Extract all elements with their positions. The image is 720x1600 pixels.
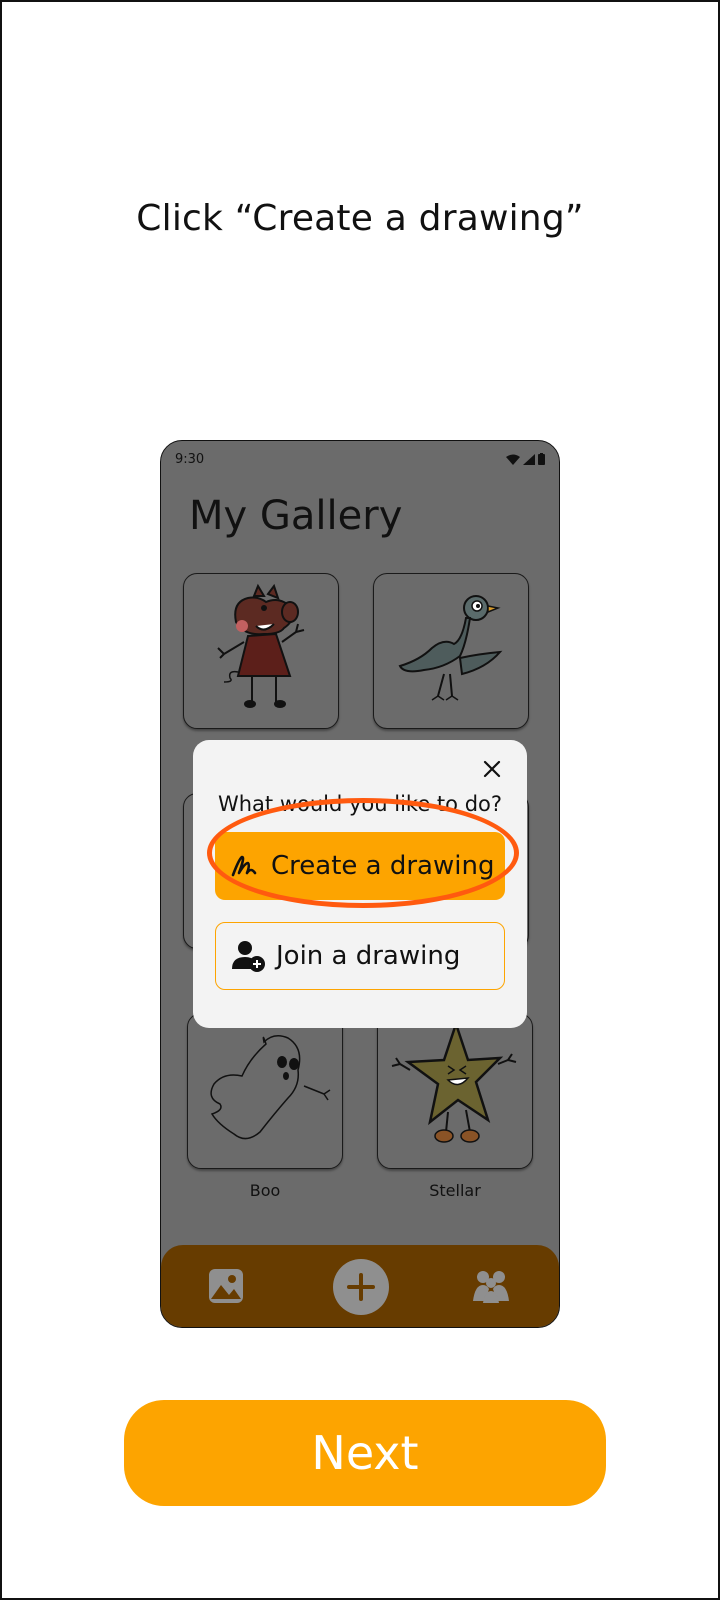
gallery-icon[interactable] [207, 1267, 245, 1305]
gallery-title: My Gallery [189, 493, 403, 539]
status-time: 9:30 [175, 451, 205, 467]
close-icon[interactable] [479, 756, 505, 782]
signal-icon [523, 453, 535, 465]
bottom-nav [161, 1245, 559, 1327]
ghost-drawing [210, 1035, 331, 1140]
gallery-card-boo[interactable] [187, 1013, 343, 1169]
join-drawing-button[interactable]: Join a drawing [215, 922, 505, 990]
gallery-card-pigeon[interactable] [373, 573, 529, 729]
gallery-card-stellar[interactable] [377, 1013, 533, 1169]
create-drawing-label: Create a drawing [271, 851, 495, 881]
card-label-stellar: Stellar [429, 1181, 481, 1200]
scribble-icon [231, 855, 257, 877]
star-drawing [391, 1020, 517, 1143]
dialog-question: What would you like to do? [217, 792, 503, 816]
add-button[interactable] [333, 1259, 389, 1315]
battery-icon [538, 453, 545, 465]
group-icon[interactable] [471, 1267, 511, 1305]
pigeon-drawing [398, 595, 503, 701]
status-icons [506, 453, 545, 465]
card-label-boo: Boo [249, 1181, 281, 1200]
wifi-icon [506, 454, 520, 465]
add-person-icon [232, 941, 265, 972]
join-drawing-label: Join a drawing [276, 941, 461, 971]
add-icon [347, 1273, 375, 1301]
gallery-card-pig[interactable] [183, 573, 339, 729]
create-drawing-button[interactable]: Create a drawing [215, 832, 505, 900]
pig-drawing [217, 583, 305, 708]
status-bar: 9:30 [175, 449, 545, 469]
action-dialog: What would you like to do? Create a draw… [193, 740, 527, 1028]
next-button[interactable]: Next [124, 1400, 606, 1506]
instruction-title: Click “Create a drawing” [136, 198, 584, 239]
